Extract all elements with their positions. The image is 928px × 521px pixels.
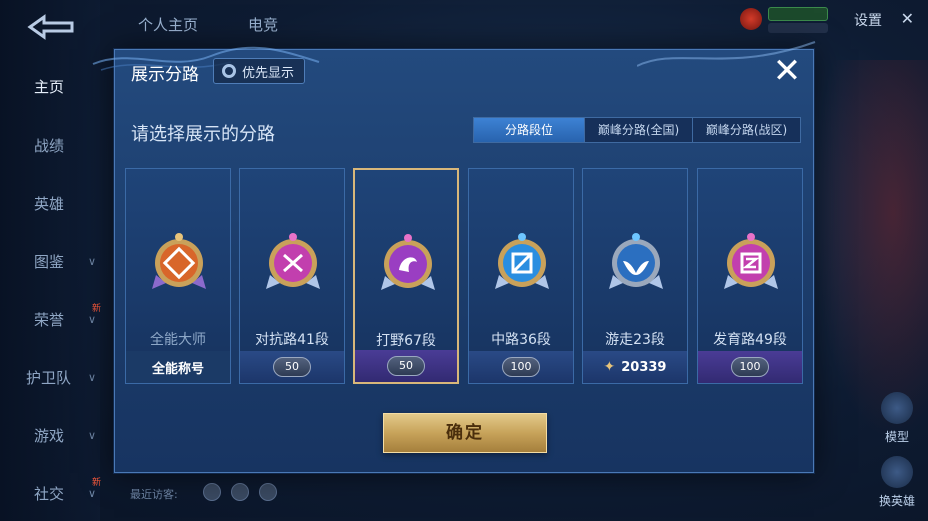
lane-name: 游走23段 [605,332,665,348]
sidebar-item-record[interactable]: 战绩 [0,125,100,165]
switch-hero-button[interactable]: 换英雄 [866,456,928,509]
chevron-down-icon: ∨ [88,428,97,442]
lane-card-all-round[interactable]: 全能大师 全能称号 [125,168,231,384]
lane-card-roam[interactable]: 游走23段 ✦ 20339 [582,168,688,384]
model-button[interactable]: 模型 [866,392,928,445]
lane-type-segmented-control: 分路段位 巅峰分路(全国) 巅峰分路(战区) [473,117,801,143]
roam-medal-icon [609,233,663,289]
all-round-medal-icon [152,233,206,289]
mid-lane-medal-icon [495,233,549,289]
avatar[interactable] [203,483,221,501]
chevron-down-icon: ∨ [88,370,97,384]
tab-esports[interactable]: 电竞 [248,14,278,35]
lane-card-mid[interactable]: 中路36段 100 [468,168,574,384]
chevron-down-icon: ∨ [88,486,97,500]
tab-peak-region[interactable]: 巅峰分路(战区) [692,118,800,142]
sidebar-item-collection[interactable]: 图鉴 ∨ [0,241,100,281]
hero-background [812,60,928,440]
recent-visitors-label: 最近访客: [130,488,178,501]
lane-card-jungle[interactable]: 打野67段 50 [353,168,459,384]
avatar[interactable] [259,483,277,501]
lane-footer: 100 [469,351,573,383]
tab-lane-rank[interactable]: 分路段位 [474,118,584,142]
sidebar-item-games[interactable]: 游戏 ∨ [0,415,100,455]
jungle-medal-icon [381,234,435,290]
vip-status-bar [768,7,828,21]
priority-display-button[interactable]: 优先显示 [213,58,306,84]
lane-footer: ✦ 20339 [583,351,687,383]
lane-name: 打野67段 [376,333,436,349]
sidebar-item-home[interactable]: 主页 [0,66,100,106]
vip-icon [740,8,762,30]
sidebar-item-heroes[interactable]: 英雄 [0,183,100,223]
dialog-title: 展示分路 [131,65,199,85]
switch-hero-icon [881,456,913,488]
close-dialog-button[interactable]: ✕ [769,54,805,90]
display-lane-dialog: 展示分路 优先显示 ✕ 请选择展示的分路 分路段位 巅峰分路(全国) 巅峰分路(… [92,41,816,473]
top-lane-medal-icon [266,233,320,289]
gear-icon [222,64,236,78]
vip-sub-bar [768,23,828,33]
rank-badge: 100 [731,357,769,377]
sidebar-item-guard[interactable]: 护卫队 ∨ [0,357,100,397]
farm-lane-medal-icon [724,233,778,289]
close-icon[interactable]: ✕ [901,9,914,28]
model-icon [881,392,913,424]
sidebar-item-honor[interactable]: 荣誉新 ∨ [0,299,101,339]
select-prompt: 请选择展示的分路 [131,124,275,145]
settings-button[interactable]: 设置 [854,10,882,30]
lane-footer: 全能称号 [126,351,230,383]
lane-footer: 50 [240,351,344,383]
lane-card-top[interactable]: 对抗路41段 50 [239,168,345,384]
peak-points: 20339 [621,359,667,375]
dialog-header: 展示分路 优先显示 ✕ [115,50,815,92]
tab-peak-national[interactable]: 巅峰分路(全国) [584,118,692,142]
rank-badge: 50 [387,356,425,376]
peak-points-icon: ✦ [603,359,616,375]
sidebar: 主页 战绩 英雄 图鉴 ∨ 荣誉新 ∨ 护卫队 ∨ 游戏 ∨ 社交新 ∨ [0,0,101,521]
confirm-button[interactable]: 确定 [383,413,547,453]
lane-card-farm[interactable]: 发育路49段 100 [697,168,803,384]
lane-name: 全能大师 [150,332,206,348]
chevron-down-icon: ∨ [88,312,97,326]
lane-footer: 100 [698,351,802,383]
back-arrow-icon[interactable] [26,14,76,40]
lane-footer: 50 [355,350,457,382]
lane-name: 对抗路41段 [255,332,329,348]
rank-badge: 50 [273,357,311,377]
sidebar-item-social[interactable]: 社交新 ∨ [0,473,101,513]
tab-profile[interactable]: 个人主页 [138,14,198,35]
chevron-down-icon: ∨ [88,254,97,268]
lane-name: 中路36段 [491,332,551,348]
lane-name: 发育路49段 [713,332,787,348]
rank-badge: 100 [502,357,540,377]
avatar[interactable] [231,483,249,501]
